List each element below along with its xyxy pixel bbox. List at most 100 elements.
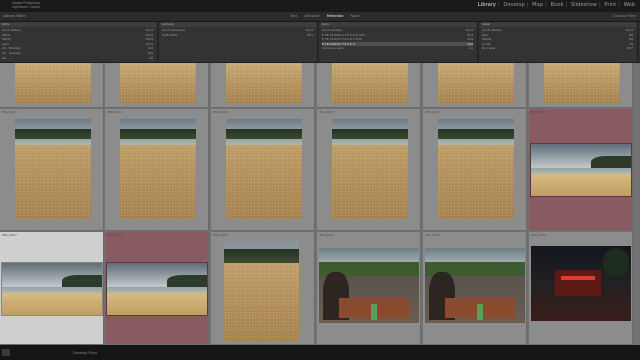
grid-cell[interactable] [0, 63, 104, 108]
browser-column-header[interactable]: Date [0, 22, 157, 27]
browser-row[interactable]: Red 80 [482, 33, 633, 37]
grid-cell[interactable]: IMG_0621 [0, 109, 104, 231]
grid-cell[interactable]: IMG_0622 [105, 109, 209, 231]
beach [2, 292, 102, 315]
browser-row-count: 184 [147, 51, 153, 55]
browser-row[interactable]: All (3 Dates) 1013 [2, 28, 153, 32]
browser-row-count: 827 [627, 46, 633, 51]
sand-texture [332, 145, 408, 219]
module-web[interactable]: Web [624, 2, 635, 8]
grid-cell[interactable]: IMG_0629 [211, 232, 315, 345]
browser-row-label: E 55-210mm F4.5-6.3 OSS [322, 37, 362, 42]
browser-row-count: 613 [467, 32, 473, 37]
grid-cell[interactable]: IMG_0628 [105, 232, 209, 345]
filter-tab-text[interactable]: Text [290, 14, 297, 18]
module-map[interactable]: Map [532, 2, 543, 8]
browser-row-count: 64 [469, 46, 473, 51]
browser-row[interactable]: All (4 Lenses) 1013 [322, 28, 473, 32]
sand-texture [120, 63, 196, 104]
grid-cell[interactable]: IMG_0631 [423, 232, 527, 345]
browser-row-count: 112 [147, 46, 153, 51]
cell-filename: IMG_0623 [213, 110, 228, 114]
grid-view-icon[interactable] [2, 349, 10, 356]
trees [226, 129, 302, 139]
grid-cell[interactable]: IMG_0625 [423, 109, 527, 231]
browser-row-label: 24 - Monday [2, 46, 21, 51]
grid-cell[interactable] [529, 63, 633, 108]
trees [120, 129, 196, 139]
module-develop[interactable]: Develop [503, 2, 524, 8]
cell-filename: IMG_0624 [319, 110, 334, 114]
photo-thumbnail [1, 261, 103, 316]
cell-filename: IMG_0628 [107, 233, 122, 237]
grid-cell[interactable]: IMG_0626 [529, 109, 633, 231]
browser-row[interactable]: 26 - ... 98 [2, 56, 153, 60]
browser-row[interactable]: E 55-210mm F4.5-6.3 OSS 214 [322, 37, 473, 41]
trees [332, 129, 408, 139]
browser-row[interactable]: March 1013 [2, 37, 153, 41]
sand-texture [544, 63, 620, 104]
browser-row[interactable]: All (6 Labels) 1013 [482, 28, 633, 32]
browser-column-header[interactable]: Camera [160, 22, 317, 27]
browser-row[interactable]: E 18-200mm F3.5-6.3 122 [322, 41, 473, 46]
photo-thumbnail [15, 63, 91, 104]
module-picker: Library | Develop | Map | Book | Slideshow | … [477, 2, 635, 8]
photo-thumbnail [120, 119, 196, 219]
photo-thumbnail [531, 246, 631, 321]
browser-row[interactable]: All (2 Cameras) 1013 [162, 28, 313, 32]
beach [107, 292, 207, 315]
photo-thumbnail [332, 63, 408, 104]
browser-row[interactable]: Green 44 [482, 42, 633, 46]
grid-cell[interactable] [317, 63, 421, 108]
browser-row[interactable]: 24 - Monday 112 [2, 46, 153, 50]
cell-filename: IMG_0626 [531, 110, 546, 114]
module-print[interactable]: Print [604, 2, 616, 8]
photo-thumbnail [438, 119, 514, 219]
browser-column-header[interactable]: Label [480, 22, 637, 27]
filter-tab-none[interactable]: None [351, 14, 360, 18]
filter-tab-metadata[interactable]: Metadata [327, 14, 344, 18]
filter-tabs: Text Attribute Metadata None [290, 14, 366, 18]
browser-row-label: ILCE-6000 [162, 32, 178, 37]
browser-row[interactable]: 25 - Tuesday 184 [2, 51, 153, 55]
metadata-browser: Date All (3 Dates) 1013 2019 1013 March 1013 Ap… [0, 22, 640, 62]
grid-cell[interactable]: IMG_0632 [529, 232, 633, 345]
filter-tab-attribute[interactable]: Attribute [304, 14, 319, 18]
sand-texture [226, 63, 302, 104]
browser-row[interactable]: Unknown Lens 64 [322, 46, 473, 50]
sand-texture [120, 145, 196, 219]
grid-cell[interactable]: IMG_0630 [317, 232, 421, 345]
browser-row[interactable]: E PZ 16-50mm F3.5-5.6 OSS 613 [322, 33, 473, 37]
grid-cell[interactable] [211, 63, 315, 108]
browser-column-header[interactable]: Lens [320, 22, 477, 27]
module-library[interactable]: Library [478, 2, 496, 8]
browser-row-label: All (2 Cameras) [162, 28, 186, 32]
browser-row[interactable]: ILCE-6000 851 [162, 33, 313, 37]
browser-row[interactable]: Yellow 62 [482, 37, 633, 41]
browser-column: Date All (3 Dates) 1013 2019 1013 March 1013 Ap… [0, 22, 158, 62]
photo-thumbnail [106, 261, 208, 316]
browser-row-count: 851 [307, 32, 313, 37]
grid-cell[interactable]: IMG_0627 [0, 232, 104, 345]
browser-row-label: 26 - ... [2, 55, 12, 60]
custom-filter-dropdown[interactable]: Custom Filter [613, 14, 636, 18]
photo-thumbnail [224, 241, 299, 341]
browser-row-count: 122 [467, 41, 473, 46]
sand-texture [226, 145, 302, 219]
grid-cell[interactable] [105, 63, 209, 108]
grid-cell[interactable]: IMG_0623 [211, 109, 315, 231]
browser-column: Lens All (4 Lenses) 1013 E PZ 16-50mm F3.5-… [320, 22, 478, 62]
sand-texture [438, 63, 514, 104]
browser-row[interactable]: April 1013 [2, 42, 153, 46]
thumbnail-grid: IMG_0621 IMG_0622 IMG_0623 IMG_0624 IMG_0625… [0, 63, 640, 345]
tree-shape [603, 248, 629, 278]
browser-row[interactable]: No Label 827 [482, 46, 633, 50]
browser-row-count: 98 [149, 55, 153, 60]
cell-filename: IMG_0622 [107, 110, 122, 114]
photo-thumbnail [120, 63, 196, 104]
browser-row[interactable]: 2019 1013 [2, 33, 153, 37]
module-book[interactable]: Book [551, 2, 564, 8]
grid-cell[interactable] [423, 63, 527, 108]
module-slideshow[interactable]: Slideshow [571, 2, 597, 8]
grid-cell[interactable]: IMG_0624 [317, 109, 421, 231]
